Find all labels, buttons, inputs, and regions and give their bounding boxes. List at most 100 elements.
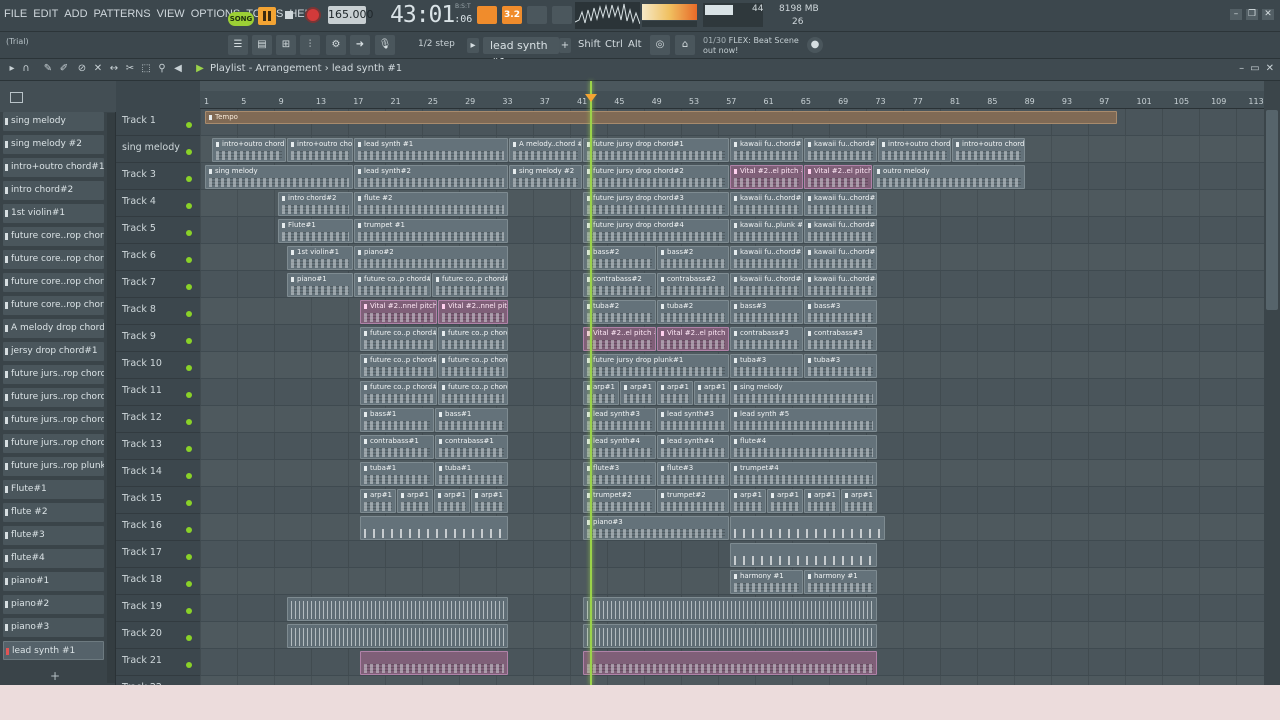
picker-item[interactable]: 1st violin#1 bbox=[3, 204, 104, 223]
menu-add[interactable]: ADD bbox=[64, 8, 87, 20]
track-enable-led[interactable] bbox=[186, 608, 192, 614]
pattern-clip[interactable]: arp#1 bbox=[730, 489, 766, 513]
pattern-clip[interactable]: bass#2 bbox=[657, 246, 729, 270]
pattern-clip[interactable]: lead synth#3 bbox=[657, 408, 729, 432]
speaker-icon[interactable]: ◀ bbox=[172, 63, 184, 75]
picker-item[interactable]: flute #2 bbox=[3, 503, 104, 522]
track-enable-led[interactable] bbox=[186, 176, 192, 182]
pattern-clip[interactable]: kawaii fu..chord#3 bbox=[730, 192, 803, 216]
pattern-clip[interactable]: bass#3 bbox=[804, 300, 877, 324]
picker-item[interactable]: future core..rop chord#1 bbox=[3, 227, 104, 246]
maximize-icon[interactable]: ▭ bbox=[1250, 63, 1259, 74]
pattern-clip[interactable] bbox=[360, 651, 508, 675]
pattern-clip[interactable]: Tempo bbox=[205, 111, 1117, 124]
pattern-clip[interactable]: bass#2 bbox=[583, 246, 656, 270]
picker-item[interactable]: future core..rop chord#4 bbox=[3, 296, 104, 315]
pattern-clip[interactable]: 1st violin#1 bbox=[287, 246, 353, 270]
pattern-clip[interactable]: bass#1 bbox=[435, 408, 508, 432]
pattern-clip[interactable]: Vital #2..el pitch bbox=[804, 165, 872, 189]
menu-edit[interactable]: EDIT bbox=[33, 8, 58, 20]
track-header[interactable]: Track 16 bbox=[116, 514, 200, 541]
add-pattern-icon[interactable]: + bbox=[559, 38, 571, 53]
zoom-icon[interactable]: ⚲ bbox=[156, 63, 168, 75]
track-enable-led[interactable] bbox=[186, 500, 192, 506]
pattern-clip[interactable]: intro+outro chord#1 bbox=[212, 138, 286, 162]
pattern-clip[interactable]: piano#3 bbox=[583, 516, 729, 540]
pattern-clip[interactable]: flute#3 bbox=[583, 462, 656, 486]
scrollbar-thumb[interactable] bbox=[1266, 110, 1278, 310]
track-header[interactable]: Track 7 bbox=[116, 271, 200, 298]
track-header[interactable]: Track 19 bbox=[116, 595, 200, 622]
pattern-clip[interactable]: future jursy drop chord#3 bbox=[583, 192, 729, 216]
time-markers-strip[interactable] bbox=[200, 81, 1264, 91]
picker-item[interactable]: future core..rop chord#2 bbox=[3, 250, 104, 269]
picker-item[interactable]: future jurs..rop plunk#1 bbox=[3, 457, 104, 476]
loop-record-icon[interactable] bbox=[527, 6, 547, 24]
picker-item[interactable]: Flute#1 bbox=[3, 480, 104, 499]
pattern-clip[interactable]: Vital #2..el pitch #3 bbox=[730, 165, 803, 189]
picker-item[interactable]: piano#1 bbox=[3, 572, 104, 591]
pattern-clip[interactable]: Vital #2..nnel pitch bbox=[438, 300, 508, 324]
picker-item[interactable]: piano#3 bbox=[3, 618, 104, 637]
track-header[interactable]: Track 6 bbox=[116, 244, 200, 271]
pattern-clip[interactable]: arp#1 bbox=[657, 381, 693, 405]
pattern-clip[interactable] bbox=[583, 624, 877, 648]
play-pause-button[interactable] bbox=[258, 7, 276, 25]
track-enable-led[interactable] bbox=[186, 473, 192, 479]
pattern-clip[interactable]: lead synth #5 bbox=[730, 408, 877, 432]
pattern-clip[interactable]: Vital #2..el pitch #2 bbox=[657, 327, 729, 351]
track-enable-led[interactable] bbox=[186, 662, 192, 668]
user-avatar-icon[interactable]: ● bbox=[807, 37, 823, 53]
piano-roll-icon[interactable]: ▤ bbox=[252, 35, 272, 55]
pattern-clip[interactable]: future co..p chord#1 bbox=[354, 273, 431, 297]
pattern-clip[interactable]: tuba#1 bbox=[435, 462, 508, 486]
pattern-clip[interactable]: kawaii fu..chord#1 bbox=[804, 138, 877, 162]
pattern-clip[interactable] bbox=[287, 624, 508, 648]
track-header[interactable]: Track 14 bbox=[116, 460, 200, 487]
track-header[interactable]: Track 8 bbox=[116, 298, 200, 325]
timeline-ruler[interactable]: 1 5 9 13 17 21 25 29 33 37 41 45 49 53 57 61 65 69 73 77 81 8… bbox=[200, 81, 1264, 109]
menu-patterns[interactable]: PATTERNS bbox=[94, 8, 151, 20]
add-icon[interactable]: + bbox=[50, 669, 60, 683]
pattern-clip[interactable]: arp#1 bbox=[694, 381, 729, 405]
pattern-clip[interactable] bbox=[360, 516, 508, 540]
metronome-icon[interactable] bbox=[477, 6, 497, 24]
minimize-icon[interactable]: – bbox=[1239, 63, 1244, 74]
track-header[interactable]: Track 3 bbox=[116, 163, 200, 190]
microphone-icon[interactable]: 🎙 bbox=[375, 35, 395, 55]
pattern-clip[interactable]: future co..p chord#4 bbox=[438, 381, 508, 405]
track-header[interactable]: sing melody bbox=[116, 136, 200, 163]
pattern-clip[interactable]: bass#3 bbox=[730, 300, 803, 324]
playhead[interactable] bbox=[590, 81, 592, 685]
track-enable-led[interactable] bbox=[186, 419, 192, 425]
pattern-clip[interactable] bbox=[583, 651, 877, 675]
pattern-clip[interactable]: piano#1 bbox=[287, 273, 353, 297]
picker-item[interactable]: future jurs..rop chord#2 bbox=[3, 388, 104, 407]
close-icon[interactable]: ✕ bbox=[1266, 63, 1274, 74]
picker-mode-icon[interactable] bbox=[10, 92, 23, 103]
pattern-clip[interactable]: A melody..chord #1 bbox=[509, 138, 582, 162]
pattern-clip[interactable]: kawaii fu..chord#4 bbox=[730, 273, 803, 297]
pattern-clip[interactable]: lead synth#3 bbox=[583, 408, 656, 432]
pattern-clip[interactable]: flute #2 bbox=[354, 192, 508, 216]
alt-key-button[interactable]: Alt bbox=[628, 39, 642, 50]
minimize-icon[interactable]: – bbox=[1230, 9, 1242, 20]
pattern-clip[interactable] bbox=[287, 597, 508, 621]
browser-icon[interactable]: ➜ bbox=[350, 35, 370, 55]
pencil-icon[interactable]: ✎ bbox=[42, 63, 54, 75]
pattern-clip[interactable]: Flute#1 bbox=[278, 219, 353, 243]
close-icon[interactable]: ✕ bbox=[1262, 9, 1274, 20]
pattern-clip[interactable]: arp#1 bbox=[471, 489, 508, 513]
pattern-clip[interactable]: future jursy drop chord#1 bbox=[583, 138, 729, 162]
track-enable-led[interactable] bbox=[186, 365, 192, 371]
pattern-clip[interactable]: lead synth#2 bbox=[354, 165, 508, 189]
pattern-clip[interactable]: Vital #2..nnel pitch bbox=[360, 300, 437, 324]
master-pitch-meter[interactable] bbox=[642, 21, 697, 27]
picker-item[interactable]: A melody drop chord#1 bbox=[3, 319, 104, 338]
playhead-marker[interactable] bbox=[585, 94, 597, 102]
pattern-clip[interactable]: future jursy drop plunk#1 bbox=[583, 354, 729, 378]
track-header[interactable]: Track 18 bbox=[116, 568, 200, 595]
track-lane[interactable] bbox=[200, 676, 1264, 685]
pattern-clip[interactable]: arp#1 bbox=[397, 489, 433, 513]
track-enable-led[interactable] bbox=[186, 311, 192, 317]
